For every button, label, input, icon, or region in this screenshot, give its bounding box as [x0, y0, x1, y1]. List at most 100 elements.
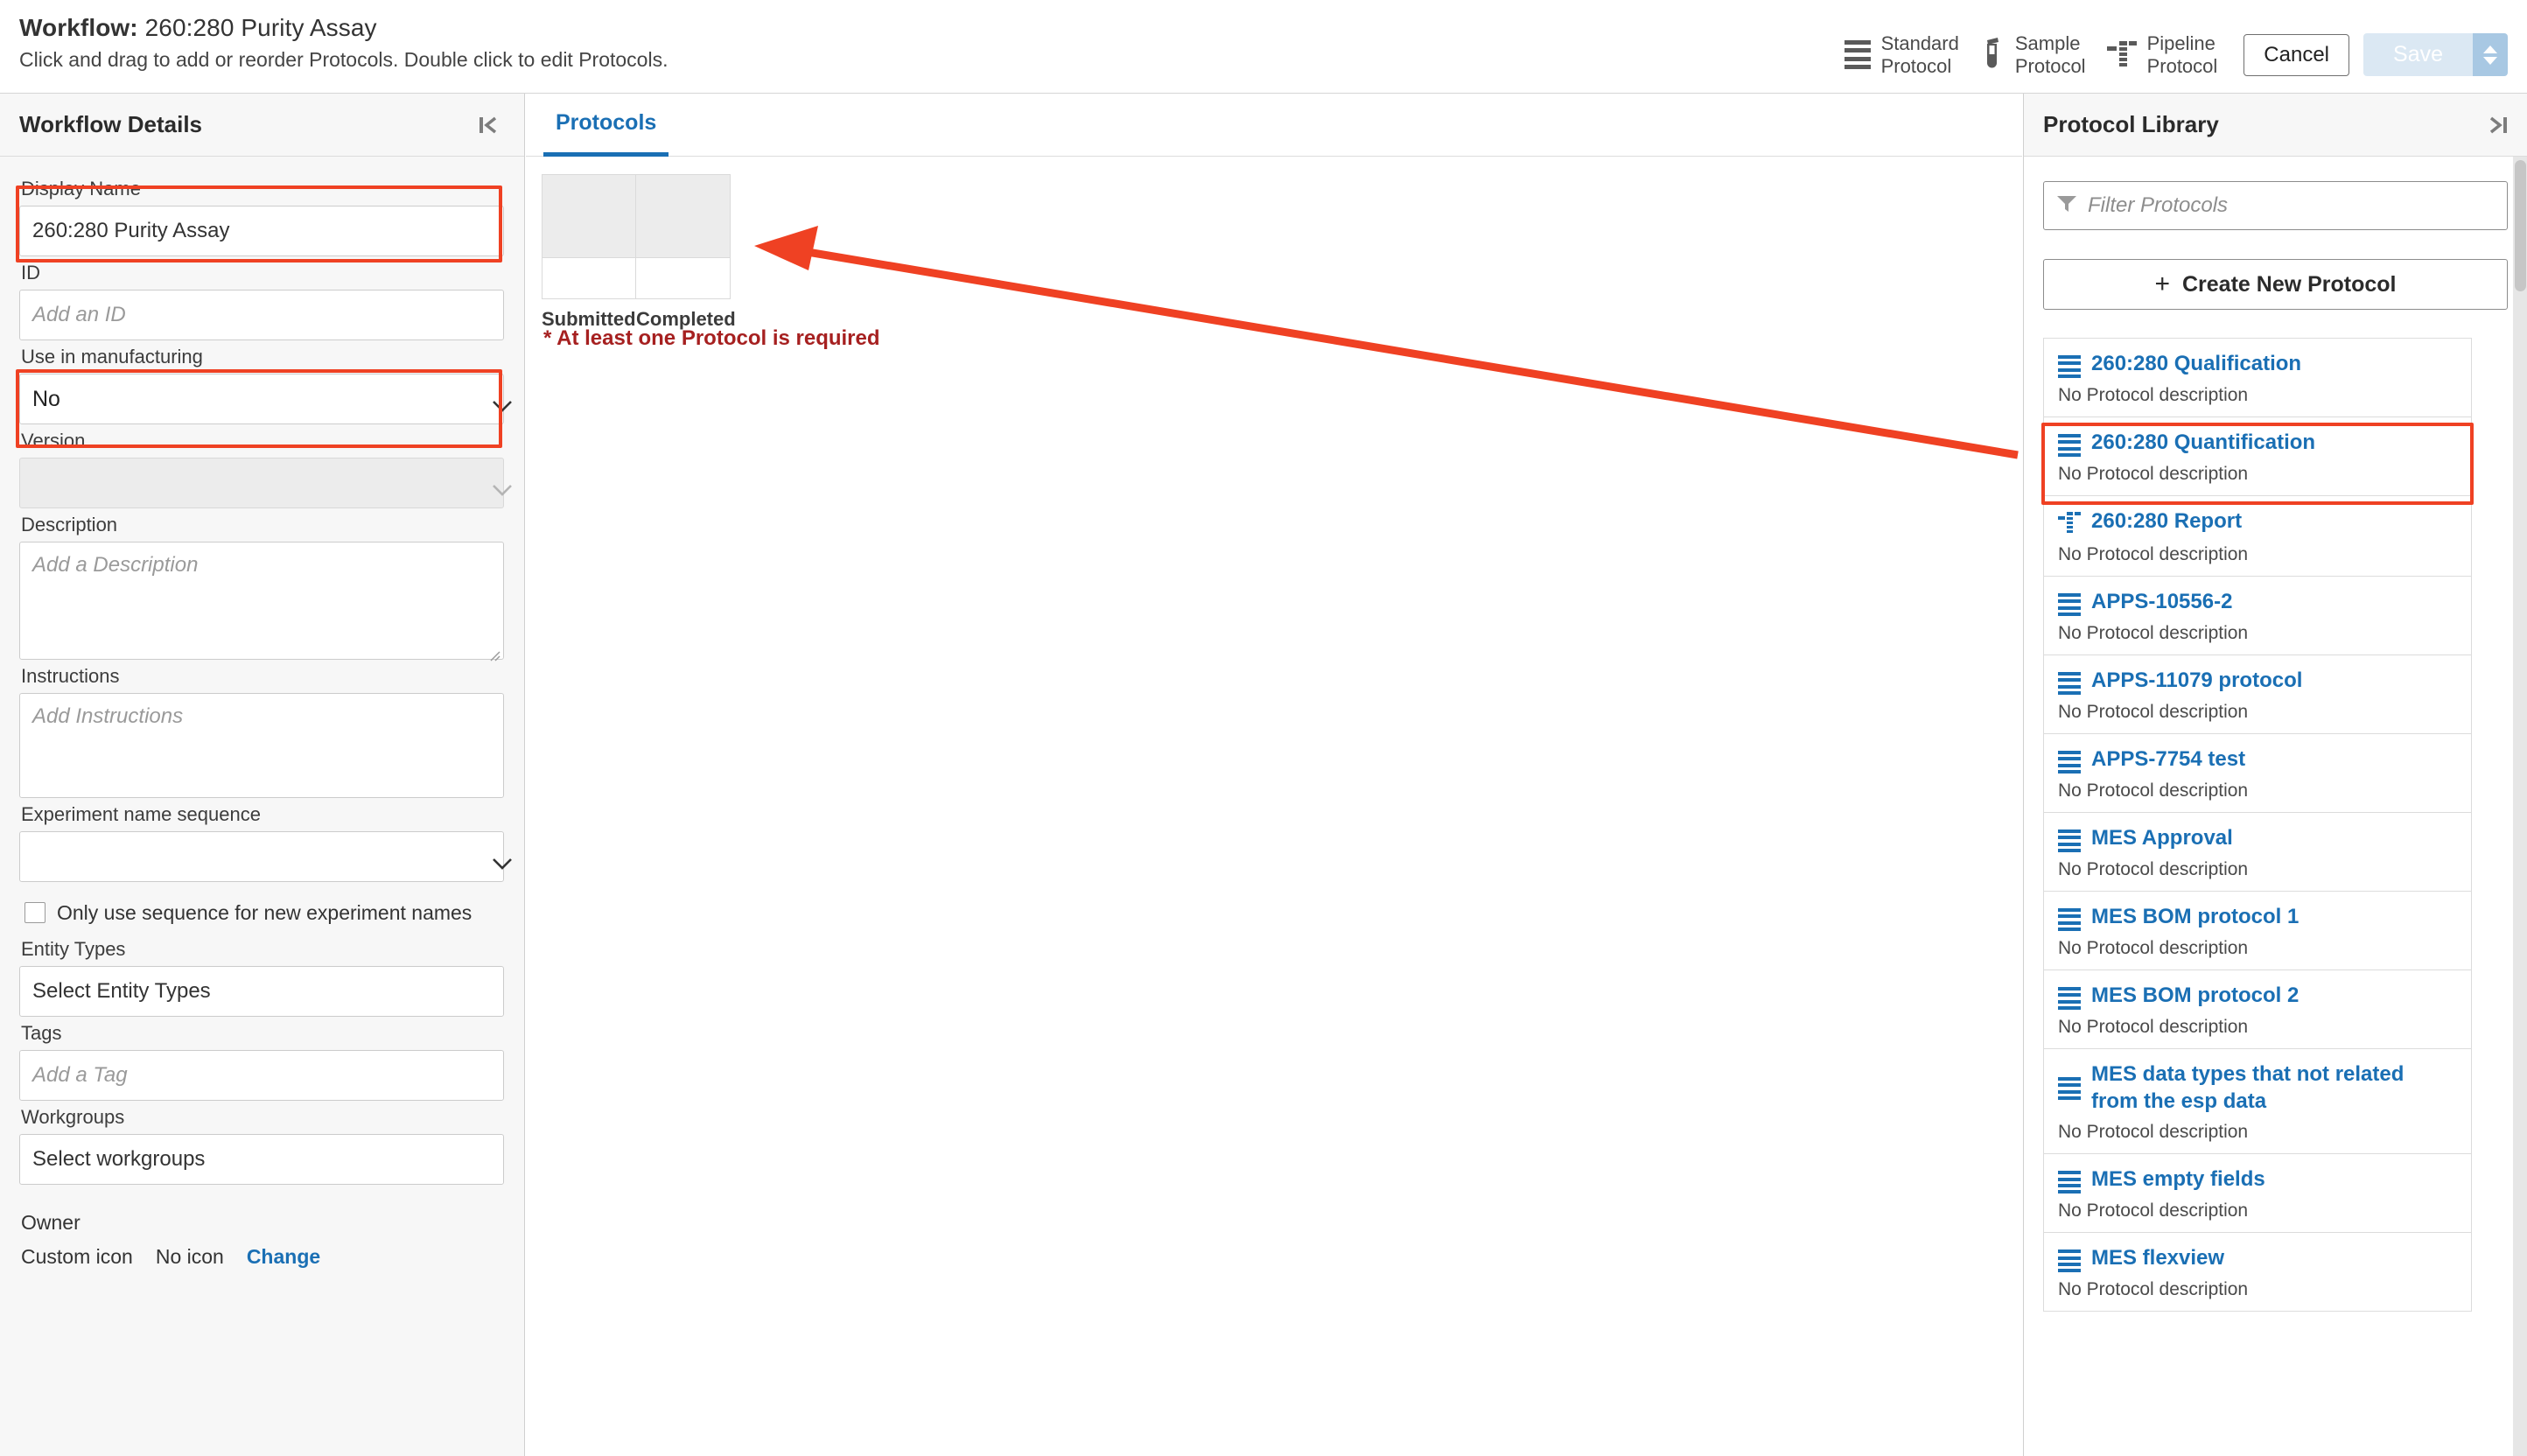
collapse-left-icon[interactable]	[475, 112, 501, 138]
filter-protocols-input[interactable]: Filter Protocols	[2043, 181, 2508, 230]
save-button[interactable]: Save	[2363, 33, 2473, 76]
standard-protocol-icon	[2058, 434, 2081, 457]
workgroups-input[interactable]: Select workgroups	[19, 1134, 504, 1186]
list-item[interactable]: MES empty fields No Protocol description	[2044, 1154, 2471, 1234]
standard-protocol-icon	[2058, 1250, 2081, 1273]
list-item[interactable]: APPS-11079 protocol No Protocol descript…	[2044, 655, 2471, 734]
create-new-protocol-label: Create New Protocol	[2182, 271, 2397, 297]
cancel-button[interactable]: Cancel	[2244, 33, 2350, 76]
pipeline-protocol-label-line1: Pipeline	[2146, 32, 2216, 54]
add-standard-protocol-button[interactable]: Standard Protocol	[1836, 26, 1971, 84]
standard-protocol-icon	[2058, 355, 2081, 378]
id-input[interactable]: Add an ID	[19, 290, 504, 340]
workspace-tabs: Protocols	[526, 94, 2022, 157]
display-name-input[interactable]: 260:280 Purity Assay	[19, 206, 504, 256]
caret-up-icon	[2483, 45, 2497, 53]
workflow-details-form: Display Name 260:280 Purity Assay ID Add…	[0, 157, 524, 1269]
protocol-name: MES BOM protocol 1	[2091, 905, 2300, 928]
protocol-library-body: Filter Protocols + Create New Protocol 2…	[2024, 157, 2527, 1456]
list-item[interactable]: MES data types that not related from the…	[2044, 1049, 2471, 1155]
protocol-name: MES data types that not related from the…	[2091, 1062, 2404, 1113]
field-version: Version	[19, 424, 512, 508]
standard-protocol-icon	[2058, 751, 2081, 774]
protocol-name: MES BOM protocol 2	[2091, 984, 2300, 1007]
sample-protocol-label-line1: Sample	[2014, 32, 2081, 54]
id-label: ID	[21, 262, 40, 284]
list-item[interactable]: MES BOM protocol 2 No Protocol descripti…	[2044, 970, 2471, 1049]
standard-protocol-icon	[2058, 830, 2081, 852]
description-textarea[interactable]: Add a Description	[19, 542, 504, 662]
entity-types-label: Entity Types	[21, 938, 126, 961]
collapse-right-icon[interactable]	[2485, 112, 2511, 138]
protocols-workspace: Protocols Submitted Completed * At least…	[526, 94, 2022, 1456]
protocol-name: 260:280 Quantification	[2091, 430, 2316, 454]
use-in-manufacturing-select[interactable]: No	[19, 374, 512, 424]
protocol-name: 260:280 Qualification	[2091, 352, 2302, 375]
pipeline-protocol-icon	[2058, 511, 2081, 537]
list-item[interactable]: 260:280 Report No Protocol description	[2044, 496, 2471, 577]
standard-protocol-icon	[2058, 987, 2081, 1010]
pipeline-protocol-label-line2: Protocol	[2146, 54, 2218, 77]
custom-icon-change-link[interactable]: Change	[247, 1245, 320, 1269]
field-id: ID Add an ID	[19, 256, 505, 340]
protocol-description: No Protocol description	[2058, 1122, 2249, 1143]
standard-protocol-label-line1: Standard	[1880, 32, 1959, 54]
standard-protocol-icon	[2058, 1171, 2081, 1194]
field-entity-types: Entity Types Select Entity Types	[19, 933, 505, 1018]
only-use-sequence-checkbox[interactable]	[24, 902, 46, 923]
protocol-list-scroll-thumb[interactable]	[2515, 160, 2526, 291]
workflow-details-title: Workflow Details	[19, 111, 203, 137]
only-use-sequence-label: Only use sequence for new experiment nam…	[57, 901, 472, 924]
custom-icon-row: Custom icon No icon Change	[21, 1245, 505, 1269]
top-toolbar: Workflow: 260:280 Purity Assay Click and…	[0, 0, 2527, 94]
dropzone-column-submitted[interactable]	[542, 174, 636, 299]
protocol-description: No Protocol description	[2058, 623, 2249, 643]
dropzone-cell-submitted-bottom[interactable]	[542, 258, 636, 299]
protocol-description: No Protocol description	[2058, 702, 2249, 722]
filter-icon	[2056, 194, 2077, 218]
standard-protocol-label-line2: Protocol	[1880, 54, 1952, 77]
list-item[interactable]: MES flexview No Protocol description	[2044, 1233, 2471, 1312]
tab-protocols[interactable]: Protocols	[543, 94, 669, 157]
dropzone-cell-completed-bottom[interactable]	[636, 258, 731, 299]
page-title-value: 260:280 Purity Assay	[144, 14, 377, 41]
protocol-list-scrollbar[interactable]	[2513, 157, 2527, 1456]
protocol-description: No Protocol description	[2058, 464, 2249, 484]
experiment-name-sequence-select[interactable]	[19, 831, 512, 882]
entity-types-input[interactable]: Select Entity Types	[19, 966, 504, 1018]
experiment-name-sequence-label: Experiment name sequence	[21, 803, 261, 825]
protocol-dropzone[interactable]: Submitted Completed	[542, 174, 736, 331]
only-use-sequence-checkbox-row[interactable]: Only use sequence for new experiment nam…	[24, 900, 480, 926]
protocol-name: APPS-7754 test	[2091, 747, 2246, 771]
display-name-label: Display Name	[21, 178, 141, 200]
dropzone-cell-completed-top[interactable]	[636, 174, 731, 258]
protocol-description: No Protocol description	[2058, 1017, 2249, 1037]
protocol-name: APPS-11079 protocol	[2091, 668, 2303, 692]
add-pipeline-protocol-button[interactable]: Pipeline Protocol	[2098, 26, 2230, 84]
dropzone-column-completed[interactable]	[636, 174, 731, 299]
protocol-name: MES Approval	[2091, 826, 2233, 850]
list-item[interactable]: 260:280 Quantification No Protocol descr…	[2044, 417, 2471, 496]
save-dropdown-toggle[interactable]	[2473, 33, 2508, 76]
list-item[interactable]: 260:280 Qualification No Protocol descri…	[2044, 339, 2471, 417]
protocol-name: MES flexview	[2091, 1246, 2225, 1270]
list-item[interactable]: APPS-7754 test No Protocol description	[2044, 734, 2471, 813]
list-item[interactable]: MES BOM protocol 1 No Protocol descripti…	[2044, 892, 2471, 970]
toolbar-actions: Standard Protocol Sample Protocol Pipeli…	[1836, 0, 2527, 94]
instructions-textarea[interactable]: Add Instructions	[19, 693, 504, 798]
protocol-name: 260:280 Report	[2091, 509, 2243, 533]
add-sample-protocol-button[interactable]: Sample Protocol	[1971, 26, 2098, 84]
title-block: Workflow: 260:280 Purity Assay Click and…	[0, 0, 1836, 72]
pipeline-protocol-icon	[2106, 39, 2137, 71]
resize-grip-icon[interactable]	[486, 643, 500, 662]
create-new-protocol-button[interactable]: + Create New Protocol	[2043, 259, 2508, 310]
list-item[interactable]: APPS-10556-2 No Protocol description	[2044, 577, 2471, 655]
protocol-description: No Protocol description	[2058, 859, 2249, 879]
tags-input[interactable]: Add a Tag	[19, 1050, 504, 1102]
field-workgroups: Workgroups Select workgroups	[19, 1101, 505, 1186]
sample-protocol-label-line2: Protocol	[2014, 54, 2086, 77]
standard-protocol-icon	[2058, 908, 2081, 931]
description-label: Description	[21, 514, 118, 536]
dropzone-cell-submitted-top[interactable]	[542, 174, 636, 258]
list-item[interactable]: MES Approval No Protocol description	[2044, 813, 2471, 892]
